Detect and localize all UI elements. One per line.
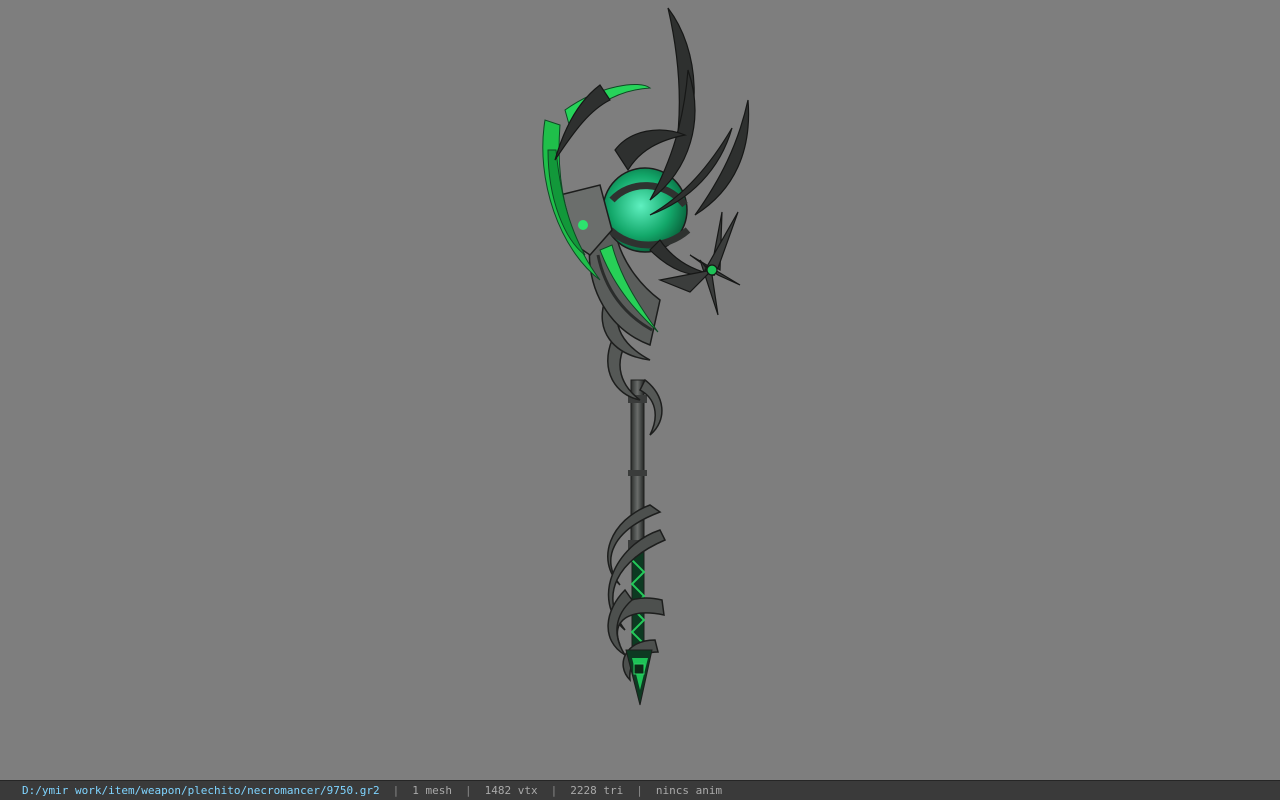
animation-status: nincs anim xyxy=(655,784,723,797)
mesh-count: 1 mesh xyxy=(412,784,452,797)
file-path: D:/ymir work/item/weapon/plechito/necrom… xyxy=(22,784,380,797)
vertex-count: 1482 vtx xyxy=(484,784,538,797)
3d-viewport[interactable] xyxy=(0,0,1280,780)
triangle-count: 2228 tri xyxy=(570,784,624,797)
separator: | xyxy=(636,784,643,797)
separator: | xyxy=(392,784,400,797)
separator: | xyxy=(550,784,558,797)
staff-model xyxy=(542,7,750,706)
separator: | xyxy=(465,784,472,797)
status-bar: D:/ymir work/item/weapon/plechito/necrom… xyxy=(0,780,1280,800)
